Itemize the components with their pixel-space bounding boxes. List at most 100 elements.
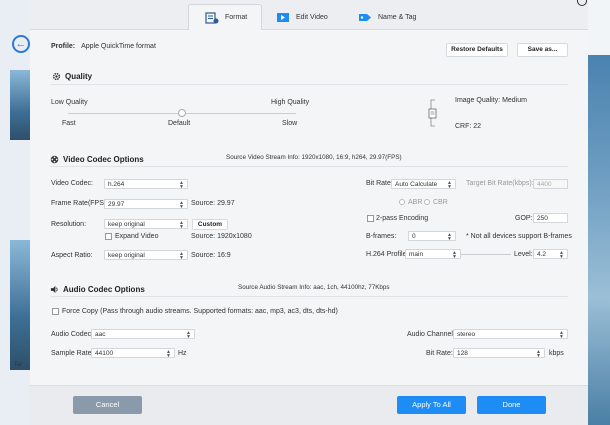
gear-icon [52,72,61,81]
video-codec-value: h.264 [108,181,125,188]
audio-channel-select[interactable]: stereo ▲ ▼ [453,329,568,340]
audio-divider [50,296,568,297]
chevron-updown-icon: ▲ ▼ [179,251,184,261]
tab-edit-video-label: Edit Video [296,13,328,21]
video-codec-title: Video Codec Options [63,155,144,164]
h264-profile-value: main [409,251,424,258]
expand-video-checkbox[interactable] [105,233,112,240]
slow-label: Slow [282,120,298,127]
save-as-button[interactable]: Save as... [517,43,568,57]
cancel-button[interactable]: Cancel [73,396,142,414]
level-select[interactable]: 4.2 ▲ ▼ [533,249,568,260]
tab-bar: Format Edit Video Name & Tag [30,0,588,30]
quality-divider [50,84,568,85]
resolution-label: Resolution: [51,221,87,228]
tab-name-tag[interactable]: Name & Tag [358,4,428,30]
chevron-updown-icon: ▲ ▼ [559,330,564,340]
chevron-updown-icon: ▲ ▼ [559,250,564,260]
frame-rate-value: 29.97 [108,201,125,208]
background-thumbnail [10,240,30,370]
audio-codec-select[interactable]: aac ▲ ▼ [91,329,195,340]
chevron-updown-icon: ▲ ▼ [536,349,541,359]
bit-rate-value: Auto Calculate [395,181,438,188]
two-pass-checkbox[interactable] [367,215,374,222]
format-icon [205,11,219,24]
back-arrow-icon[interactable]: ← [12,35,30,53]
name-tag-icon [358,11,372,23]
quality-title: Quality [65,72,93,81]
h264-profile-select[interactable]: main ▲ ▼ [405,249,461,260]
aspect-ratio-source: Source: 16:9 [191,252,231,259]
target-bit-rate-input[interactable]: 4400 [533,179,568,189]
level-label: Level: [514,251,533,258]
force-copy-label: Force Copy (Pass through audio streams. … [62,308,338,315]
aspect-ratio-label: Aspect Ratio: [51,252,93,259]
cbr-radio[interactable] [424,199,430,205]
gop-label: GOP: [515,215,533,222]
low-quality-label: Low Quality [51,99,88,106]
tab-name-tag-label: Name & Tag [378,13,417,21]
audio-bit-rate-unit: kbps [549,350,564,357]
chevron-updown-icon: ▲ ▼ [179,200,184,210]
abr-radio[interactable] [399,199,405,205]
tab-format-label: Format [225,14,248,21]
audio-bit-rate-select[interactable]: 128 ▲ ▼ [453,348,545,359]
tab-format[interactable]: Format [188,4,262,30]
chevron-updown-icon: ▲ ▼ [447,180,452,190]
audio-codec-title: Audio Codec Options [63,285,145,294]
b-frames-label: B-frames: [366,233,397,240]
resolution-select[interactable]: keep original ▲ ▼ [104,219,188,230]
video-codec-select[interactable]: h.264 ▲ ▼ [104,179,188,190]
two-pass-label: 2-pass Encoding [376,215,429,222]
gop-input[interactable]: 250 [533,213,568,223]
background-target-label: Tar [14,362,23,368]
target-bit-rate-label: Target Bit Rate(kbps): [466,180,534,187]
audio-channel-label: Audio Channel: [407,331,455,338]
chevron-updown-icon: ▲ ▼ [447,232,452,242]
aspect-ratio-value: keep original [108,252,145,259]
chevron-updown-icon: ▲ ▼ [452,250,457,260]
restore-defaults-button[interactable]: Restore Defaults [446,43,508,57]
crf-text: CRF: 22 [455,123,482,130]
high-quality-label: High Quality [271,99,310,106]
resolution-value: keep original [108,221,145,228]
custom-button[interactable]: Custom [192,219,228,230]
sample-rate-value: 44100 [95,350,114,357]
b-frames-select[interactable]: 0 ▲ ▼ [408,231,456,242]
resolution-source: Source: 1920x1080 [191,233,252,240]
sample-rate-unit: Hz [178,350,187,357]
audio-source-info: Source Audio Stream Info: aac, 1ch, 4410… [238,284,390,291]
default-label: Default [168,120,191,127]
profile-row: Profile: Apple QuickTime format [51,43,156,50]
expand-video-label: Expand Video [115,233,159,240]
aspect-ratio-select[interactable]: keep original ▲ ▼ [104,250,188,261]
apply-to-all-button[interactable]: Apply To All [397,396,466,414]
chevron-updown-icon: ▲ ▼ [186,330,191,340]
video-reel-icon [50,155,59,164]
frame-rate-source: Source: 29.97 [191,200,235,207]
fast-label: Fast [62,120,76,127]
audio-channel-value: stereo [457,331,476,338]
force-copy-checkbox[interactable] [52,308,59,315]
audio-bit-rate-value: 128 [457,350,468,357]
profile-level-connector [461,254,511,255]
bit-rate-select[interactable]: Auto Calculate ▲ ▼ [391,179,456,190]
frame-rate-label: Frame Rate(FPS): [51,200,109,207]
abr-label: ABR [408,199,423,206]
chevron-updown-icon: ▲ ▼ [166,349,171,359]
b-frames-value: 0 [412,233,416,240]
tab-edit-video[interactable]: Edit Video [276,4,346,30]
level-value: 4.2 [537,251,547,258]
video-codec-label: Video Codec: [51,180,93,187]
edit-video-icon [276,11,290,23]
speaker-icon [50,285,58,294]
quality-slider-thumb[interactable] [178,109,186,117]
image-quality-text: Image Quality: Medium [455,97,527,104]
quality-bracket-icon [428,99,437,127]
audio-codec-value: aac [95,331,106,338]
profile-label: Profile: [51,43,76,50]
chevron-updown-icon: ▲ ▼ [179,180,184,190]
sample-rate-select[interactable]: 44100 ▲ ▼ [91,348,175,359]
done-button[interactable]: Done [477,396,546,414]
frame-rate-select[interactable]: 29.97 ▲ ▼ [104,199,188,210]
